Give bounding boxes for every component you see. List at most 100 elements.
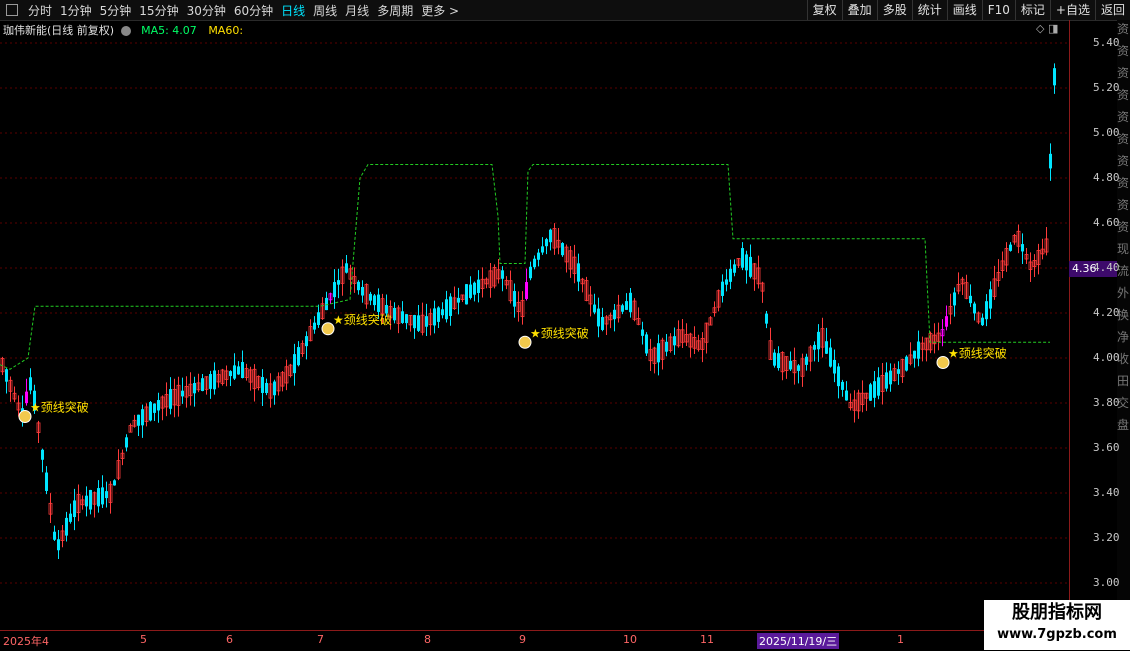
period-tab-8[interactable]: 月线 bbox=[341, 2, 373, 19]
period-tab-6[interactable]: 日线 bbox=[277, 2, 309, 19]
period-tab-5[interactable]: 60分钟 bbox=[230, 2, 277, 19]
signal-label: ★颈线突破 bbox=[333, 312, 392, 327]
candle-body bbox=[869, 384, 872, 401]
candle-body bbox=[361, 286, 364, 296]
toolbar-button-1[interactable]: 叠加 bbox=[841, 0, 877, 20]
candle-body bbox=[777, 353, 780, 369]
candle-body bbox=[829, 347, 832, 367]
candle-body bbox=[377, 294, 380, 312]
toolbar-button-2[interactable]: 多股 bbox=[876, 0, 912, 20]
candle-body bbox=[241, 362, 244, 378]
candle-body bbox=[973, 303, 976, 314]
candle-body bbox=[53, 531, 56, 540]
candle-body bbox=[897, 369, 900, 374]
candle-body bbox=[533, 258, 536, 268]
candle-body bbox=[657, 343, 660, 363]
candle-body bbox=[337, 280, 340, 285]
candle-body bbox=[213, 370, 216, 390]
candle-body bbox=[297, 347, 300, 366]
candle-body bbox=[449, 296, 452, 316]
candle-body bbox=[65, 517, 68, 536]
price-tick: 4.00 bbox=[1093, 351, 1120, 364]
price-tick: 3.80 bbox=[1093, 396, 1120, 409]
candle-body bbox=[141, 409, 144, 426]
candle-body bbox=[425, 316, 428, 327]
price-tick: 4.80 bbox=[1093, 171, 1120, 184]
period-tab-10[interactable]: 更多 > bbox=[417, 2, 463, 19]
toolbar-button-4[interactable]: 画线 bbox=[946, 0, 982, 20]
candle-body bbox=[513, 291, 516, 307]
candle-body bbox=[789, 360, 792, 370]
candle-body bbox=[645, 334, 648, 354]
date-label: 10 bbox=[623, 633, 637, 646]
watermark-url: www.7gpzb.com bbox=[997, 627, 1117, 642]
candle-body bbox=[733, 264, 736, 273]
candle-body bbox=[445, 299, 448, 320]
period-tab-3[interactable]: 15分钟 bbox=[135, 2, 182, 19]
candle-body bbox=[265, 382, 268, 394]
candle-body bbox=[237, 366, 240, 375]
period-tab-4[interactable]: 30分钟 bbox=[183, 2, 230, 19]
candle-body bbox=[889, 370, 892, 385]
candle-body bbox=[405, 314, 408, 324]
date-label: 2025/11/19/三 bbox=[757, 633, 840, 649]
candle-body bbox=[373, 295, 376, 306]
candle-body bbox=[149, 402, 152, 421]
toolbar-button-8[interactable]: 返回 bbox=[1094, 0, 1130, 20]
side-label: 现 bbox=[1117, 242, 1130, 256]
candle-body bbox=[113, 480, 116, 486]
candle-body bbox=[73, 500, 76, 518]
candlestick-chart[interactable]: ★颈线突破 ★颈线突破 ★颈线突破 ★颈线突破 bbox=[0, 20, 1069, 630]
candle-body bbox=[945, 316, 948, 327]
candle-body bbox=[201, 378, 204, 392]
candle-body bbox=[69, 513, 72, 522]
candle-body bbox=[105, 491, 108, 499]
candle-body bbox=[621, 305, 624, 312]
candle-body bbox=[745, 254, 748, 271]
candle-body bbox=[641, 329, 644, 336]
candle-body bbox=[1021, 244, 1024, 252]
toolbar-button-5[interactable]: F10 bbox=[981, 0, 1015, 20]
watermark-title: 股朋指标网 bbox=[1012, 602, 1102, 623]
date-label: 5 bbox=[140, 633, 147, 646]
period-tab-0[interactable]: 分时 bbox=[24, 2, 56, 19]
side-label: 净 bbox=[1117, 330, 1130, 344]
candle-body bbox=[357, 281, 360, 291]
toolbar-button-6[interactable]: 标记 bbox=[1014, 0, 1050, 20]
period-tab-1[interactable]: 1分钟 bbox=[56, 2, 96, 19]
candle-body bbox=[629, 292, 632, 313]
candle-body bbox=[841, 381, 844, 390]
candle-body bbox=[393, 307, 396, 321]
date-label: 7 bbox=[317, 633, 324, 646]
signal-label: ★颈线突破 bbox=[948, 346, 1007, 361]
candle-body bbox=[665, 341, 668, 352]
candle-body bbox=[169, 389, 172, 409]
period-tab-7[interactable]: 周线 bbox=[309, 2, 341, 19]
candle-body bbox=[413, 315, 416, 329]
candle-body bbox=[193, 382, 196, 394]
candle-body bbox=[1049, 153, 1052, 169]
candle-body bbox=[873, 381, 876, 398]
window-icon[interactable] bbox=[6, 4, 18, 16]
period-tab-2[interactable]: 5分钟 bbox=[96, 2, 136, 19]
candle-body bbox=[601, 317, 604, 330]
period-tab-9[interactable]: 多周期 bbox=[373, 2, 417, 19]
candle-body bbox=[825, 341, 828, 354]
price-tick: 3.20 bbox=[1093, 531, 1120, 544]
candle-body bbox=[813, 344, 816, 350]
toolbar-button-7[interactable]: +自选 bbox=[1049, 0, 1095, 20]
candle-body bbox=[417, 315, 420, 331]
candle-body bbox=[29, 377, 32, 391]
candle-body bbox=[333, 282, 336, 298]
candle-body bbox=[233, 365, 236, 379]
candle-body bbox=[229, 371, 232, 377]
toolbar-button-0[interactable]: 复权 bbox=[806, 0, 842, 20]
side-label: 盘 bbox=[1117, 418, 1130, 432]
candle-body bbox=[537, 252, 540, 260]
date-axis: 2025年4 5 6 7 8 9 10 11 2025/11/19/三 1 bbox=[0, 630, 1069, 651]
candle-body bbox=[441, 309, 444, 316]
toolbar-button-3[interactable]: 统计 bbox=[911, 0, 947, 20]
candle-body bbox=[437, 307, 440, 322]
candle-body bbox=[541, 246, 544, 253]
candle-body bbox=[181, 390, 184, 397]
